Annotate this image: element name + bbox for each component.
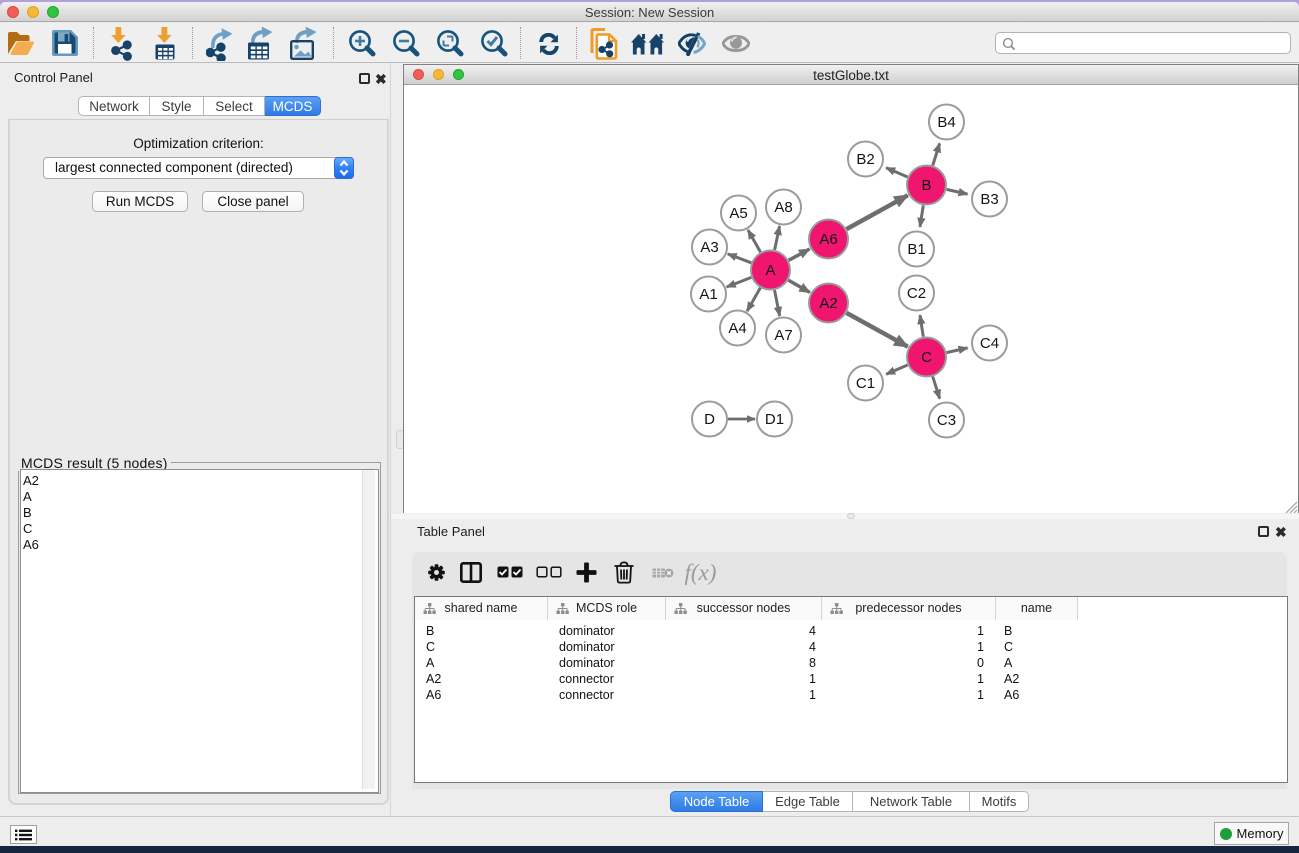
svg-text:B4: B4 — [937, 114, 955, 131]
svg-text:C: C — [921, 349, 932, 366]
svg-text:C4: C4 — [980, 335, 999, 352]
svg-text:A7: A7 — [774, 327, 792, 344]
svg-text:D1: D1 — [765, 411, 784, 428]
svg-text:A6: A6 — [819, 231, 837, 248]
svg-text:D: D — [704, 411, 715, 428]
svg-text:A1: A1 — [699, 286, 717, 303]
svg-text:C2: C2 — [907, 285, 926, 302]
svg-text:A: A — [765, 262, 775, 279]
svg-text:A2: A2 — [819, 295, 837, 312]
svg-text:B: B — [921, 177, 931, 194]
svg-text:A4: A4 — [728, 320, 746, 337]
svg-text:B3: B3 — [980, 191, 998, 208]
svg-text:C1: C1 — [856, 375, 875, 392]
svg-text:A3: A3 — [700, 239, 718, 256]
svg-text:B1: B1 — [907, 241, 925, 258]
svg-text:A5: A5 — [729, 205, 747, 222]
svg-text:B2: B2 — [856, 151, 874, 168]
svg-text:A8: A8 — [774, 199, 792, 216]
svg-text:C3: C3 — [937, 412, 956, 429]
